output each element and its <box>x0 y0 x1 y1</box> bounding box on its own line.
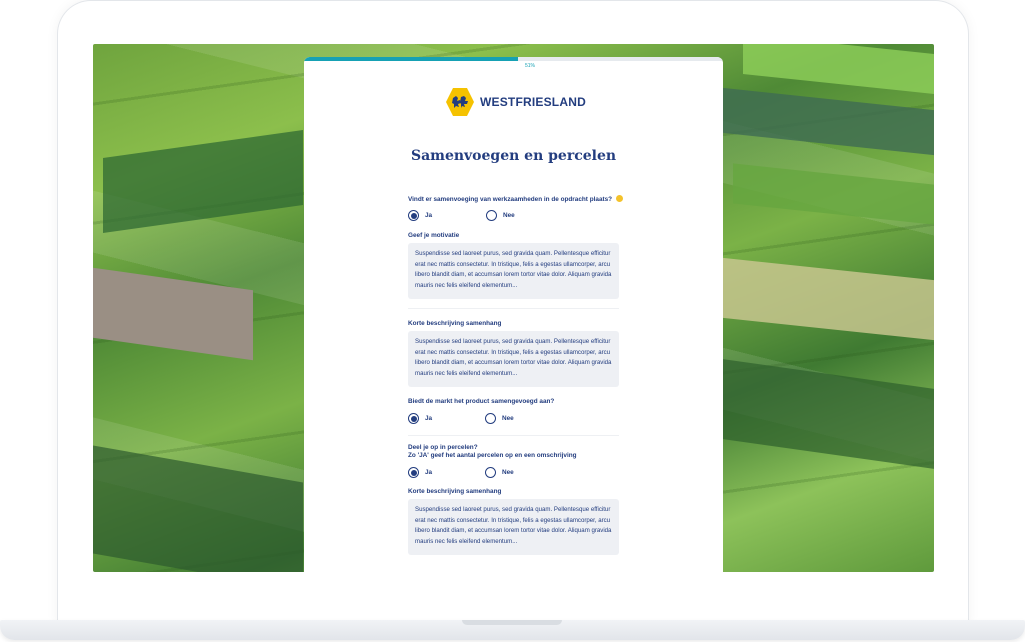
description-textarea[interactable]: Suspendisse sed laoreet purus, sed gravi… <box>408 499 619 555</box>
question-merge: Vindt er samenvoeging van werkzaamheden … <box>408 195 624 204</box>
progress-bar <box>304 57 723 61</box>
background-field <box>93 445 303 572</box>
form-card: 51% WESTFRIESLAND Samenvoegen en percele… <box>304 57 723 572</box>
radio-unselected-icon <box>485 467 496 478</box>
radio-lots-yes[interactable]: Ja <box>408 467 432 478</box>
radio-label: Nee <box>502 469 514 476</box>
page-title: Samenvoegen en percelen <box>410 148 617 164</box>
divider <box>408 435 619 436</box>
background-field <box>723 359 934 469</box>
radio-label: Ja <box>425 415 433 422</box>
progress-percentage: 51% <box>525 63 536 69</box>
description-label: Korte beschrijving samenhang <box>408 488 502 495</box>
divider <box>408 308 619 309</box>
background-field <box>723 257 934 341</box>
background-field <box>733 163 934 225</box>
background-field <box>723 87 934 156</box>
background-field <box>93 267 253 361</box>
radio-label: Ja <box>425 469 433 476</box>
radio-market-no[interactable]: Nee <box>485 413 514 424</box>
radio-unselected-icon <box>485 413 496 424</box>
radio-market-yes[interactable]: Ja <box>408 413 432 424</box>
description-textarea[interactable]: Suspendisse sed laoreet purus, sed gravi… <box>408 331 619 387</box>
radio-unselected-icon <box>486 210 497 221</box>
question-market: Biedt de markt het product samengevoegd … <box>408 398 555 405</box>
question-lots-hint: Zo 'JA' geef het aantal percelen op en e… <box>408 452 577 459</box>
radio-selected-icon <box>408 210 419 221</box>
radio-merge-yes[interactable]: Ja <box>408 210 432 221</box>
motivation-textarea[interactable]: Suspendisse sed laoreet purus, sed gravi… <box>408 243 619 299</box>
radio-label: Ja <box>425 212 433 219</box>
laptop-notch <box>462 620 562 625</box>
question-lots-label: Deel je op in percelen? <box>408 444 478 451</box>
radio-label: Nee <box>502 415 514 422</box>
description-label: Korte beschrijving samenhang <box>408 320 502 327</box>
background-field <box>103 129 303 234</box>
progress-fill <box>304 57 518 61</box>
question-merge-label: Vindt er samenvoeging van werkzaamheden … <box>408 196 613 203</box>
radio-lots-no[interactable]: Nee <box>485 467 514 478</box>
background-field <box>743 44 934 95</box>
info-icon[interactable] <box>616 195 624 202</box>
radio-merge-no[interactable]: Nee <box>486 210 515 221</box>
lion-crest-icon <box>446 88 474 116</box>
brand-name: WESTFRIESLAND <box>480 95 586 109</box>
radio-selected-icon <box>408 413 419 424</box>
motivation-label: Geef je motivatie <box>408 232 460 239</box>
screen: 51% WESTFRIESLAND Samenvoegen en percele… <box>93 44 934 572</box>
question-lots: Deel je op in percelen? Zo 'JA' geef het… <box>408 444 577 460</box>
radio-label: Nee <box>503 212 515 219</box>
radio-selected-icon <box>408 467 419 478</box>
brand-logo: WESTFRIESLAND <box>446 88 586 116</box>
